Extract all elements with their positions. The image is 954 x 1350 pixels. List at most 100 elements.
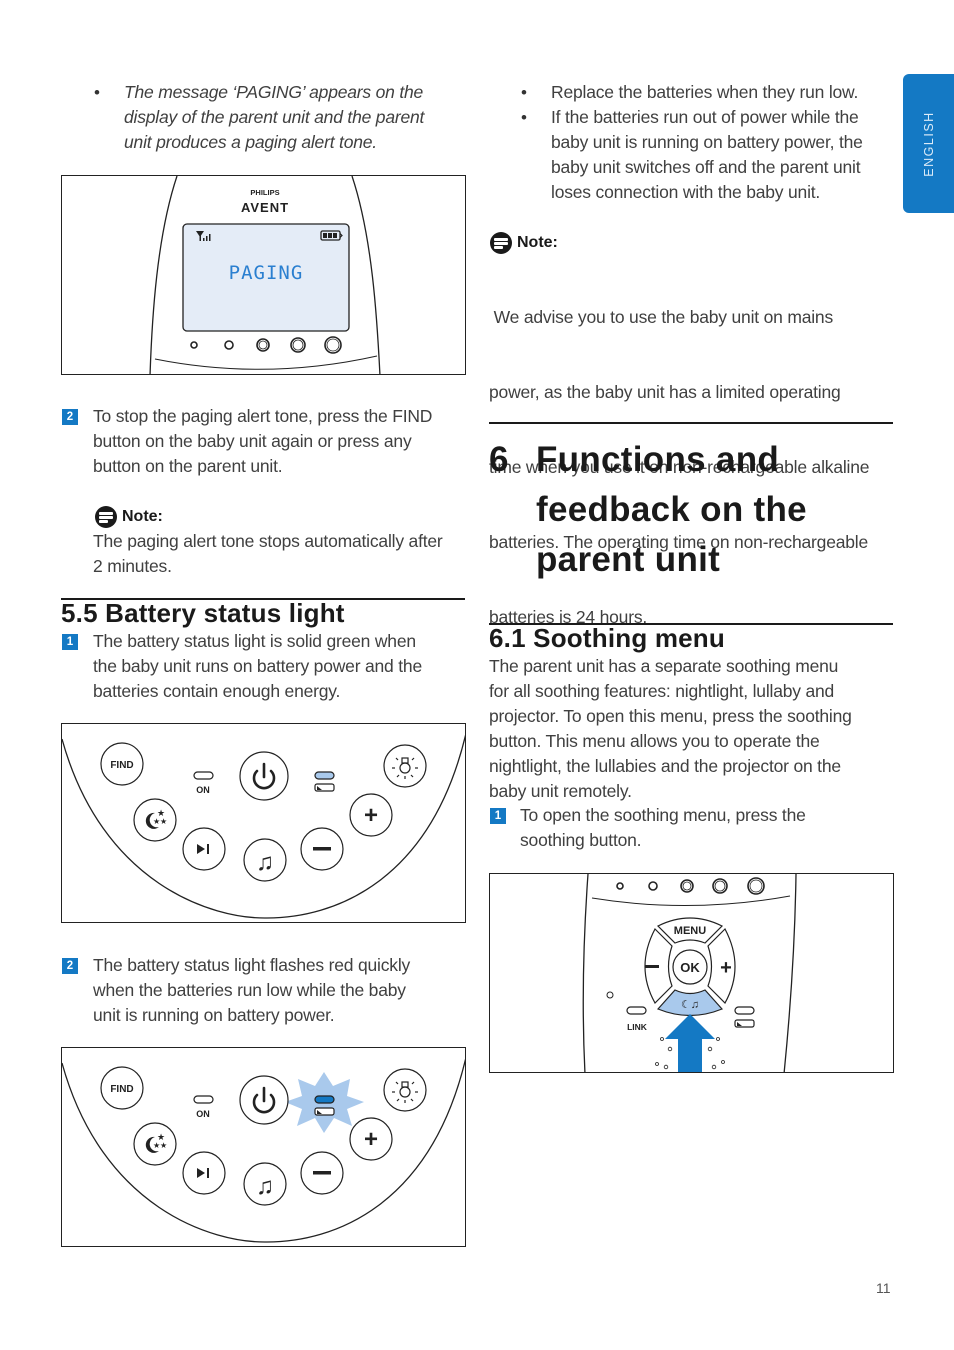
minus-icon (645, 965, 659, 968)
figure-soothing-button: MENU + OK ☾♫ LINK (489, 873, 894, 1073)
text-line: The paging alert tone stops automaticall… (93, 531, 443, 551)
text-line: The battery status light flashes red qui… (93, 955, 411, 975)
figure-baby-unit-battery-ok: FIND ON ★ ★ ★ + ♫ (61, 723, 466, 923)
note-paging-text: The paging alert tone stops automaticall… (93, 529, 443, 579)
text-line: unit produces a paging alert tone. (124, 132, 377, 152)
battery-led (734, 1006, 755, 1015)
text-line: loses connection with the baby unit. (551, 182, 821, 202)
plus-icon: + (720, 957, 732, 979)
nightlight-button (383, 1068, 427, 1112)
text-line: The parent unit has a separate soothing … (489, 656, 839, 676)
step2-paging-text: To stop the paging alert tone, press the… (93, 404, 432, 479)
moon-music-icon: ☾♫ (681, 999, 699, 1011)
text-line: nightlight, the lullabies and the projec… (489, 756, 841, 776)
link-label: LINK (627, 1022, 648, 1032)
step-number-badge: 1 (62, 634, 78, 650)
press-arrow-icon (665, 1014, 715, 1072)
bullet-dot: • (94, 83, 100, 102)
text-line: batteries contain enough energy. (93, 681, 341, 701)
soothing-intro-text: The parent unit has a separate soothing … (489, 654, 852, 804)
text-line: To open the soothing menu, press the (520, 805, 806, 825)
chapter-number: 6 (489, 440, 509, 479)
battery-status-led-flashing (314, 1095, 335, 1104)
brand-avent: AVENT (241, 200, 289, 215)
section-heading-6-1: 6.1 Soothing menu (489, 623, 725, 653)
step1-soothing-text: To open the soothing menu, press the soo… (520, 803, 806, 853)
text-line: Replace the batteries when they run low. (551, 82, 859, 102)
text-line: baby unit switches off and the parent un… (551, 157, 861, 177)
bullet-item: • If the batteries run out of power whil… (519, 105, 863, 205)
note-icon (490, 232, 512, 254)
plus-icon: + (364, 1126, 378, 1153)
ok-label: OK (680, 960, 700, 975)
step-number-badge: 1 (490, 808, 506, 824)
step-number-badge: 2 (62, 958, 78, 974)
language-tab-label: ENGLISH (921, 110, 936, 177)
bullet-dot: • (521, 108, 527, 127)
note-title: Note: (122, 508, 163, 525)
text-line: power, as the baby unit has a limited op… (489, 382, 841, 402)
text-line: unit is running on battery power. (93, 1005, 335, 1025)
text-line: when the batteries run low while the bab… (93, 980, 406, 1000)
bullet-item: • Replace the batteries when they run lo… (519, 80, 858, 105)
text-line: To stop the paging alert tone, press the… (93, 406, 433, 426)
on-led (193, 1095, 214, 1104)
link-led (626, 1006, 647, 1015)
on-led (193, 771, 214, 780)
text-line: display of the parent unit and the paren… (124, 107, 425, 127)
chapter-title-line: parent unit (536, 540, 721, 579)
indicator-leds (190, 336, 342, 354)
chapter-title-line: feedback on the (536, 490, 807, 529)
text-line: the baby unit runs on battery power and … (93, 656, 422, 676)
music-note-icon: ♫ (256, 1173, 274, 1200)
text-line: button on the baby unit again or press a… (93, 431, 412, 451)
minus-icon (313, 1171, 331, 1175)
note-title: Note: (517, 234, 558, 251)
text-line: The battery status light is solid green … (93, 631, 416, 651)
text-line: baby unit is running on battery power, t… (551, 132, 863, 152)
svg-text:★: ★ (160, 817, 167, 826)
note-heading: Note: (490, 232, 558, 254)
brand-philips: PHILIPS (250, 188, 279, 197)
indicator-leds (616, 877, 765, 895)
battery-low-icon (734, 1019, 755, 1028)
text-line: If the batteries run out of power while … (551, 107, 859, 127)
page-number: 11 (876, 1280, 891, 1296)
menu-label: MENU (674, 925, 706, 937)
step1-battery-text: The battery status light is solid green … (93, 629, 422, 704)
text-line: for all soothing features: nightlight, l… (489, 681, 835, 701)
battery-status-led (314, 771, 335, 780)
language-tab: ENGLISH (903, 74, 954, 213)
on-label: ON (196, 1109, 210, 1119)
on-label: ON (196, 785, 210, 795)
chapter-title-line: Functions and (536, 440, 780, 479)
music-note-icon: ♫ (256, 849, 274, 876)
text-line: The message ‘PAGING’ appears on the (124, 82, 424, 102)
plus-icon: + (364, 802, 378, 829)
find-label: FIND (110, 760, 133, 771)
note-heading: Note: (95, 506, 163, 528)
step-number-badge: 2 (62, 409, 78, 425)
text-line: button. This menu allows you to operate … (489, 731, 820, 751)
text-line: 2 minutes. (93, 556, 172, 576)
step2-battery-text: The battery status light flashes red qui… (93, 953, 410, 1028)
battery-low-icon (314, 1107, 335, 1116)
nightlight-button (383, 744, 427, 788)
figure-baby-unit-battery-low: FIND ON ★ ★ ★ + ♫ (61, 1047, 466, 1247)
battery-low-icon (314, 783, 335, 792)
figure-parent-unit-paging: PHILIPS AVENT PAGING (61, 175, 466, 375)
bullet-dot: • (521, 83, 527, 102)
text-line: projector. To open this menu, press the … (489, 706, 852, 726)
text-line: button on the parent unit. (93, 456, 283, 476)
text-line: baby unit remotely. (489, 781, 632, 801)
note-icon (95, 506, 117, 528)
chapter-divider (489, 422, 893, 424)
text-line: soothing button. (520, 830, 642, 850)
lcd-paging-text: PAGING (229, 262, 304, 284)
microphone-hole (606, 991, 614, 999)
text-line: We advise you to use the baby unit on ma… (489, 307, 834, 327)
svg-text:★: ★ (160, 1141, 167, 1150)
find-label: FIND (110, 1084, 133, 1095)
section-heading-5-5: 5.5 Battery status light (61, 598, 345, 628)
paging-bullet: • The message ‘PAGING’ appears on the di… (92, 80, 424, 155)
